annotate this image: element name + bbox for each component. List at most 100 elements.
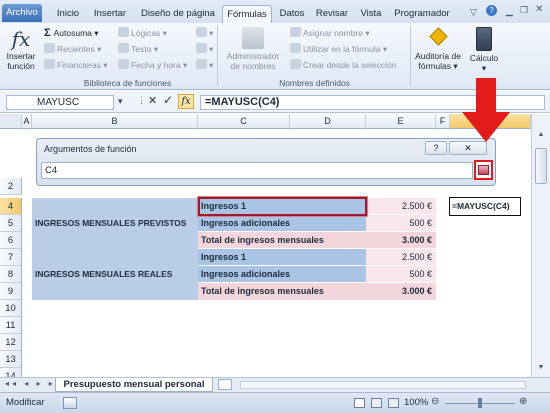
math-button[interactable]: ▾ [196,42,213,57]
autosum-button[interactable]: Σ Autosuma ▾ [44,26,99,41]
row-header[interactable]: 11 [0,317,22,334]
table-row-label[interactable]: Ingresos adicionales [198,266,366,283]
name-manager-button[interactable]: Administrador de nombres [222,27,284,71]
column-header-e[interactable]: E [366,114,436,129]
more-functions-icon [196,59,207,69]
column-header-f[interactable]: F [436,114,450,129]
column-header-b[interactable]: B [32,114,198,129]
tab-home[interactable]: Inicio [52,5,84,23]
zoom-slider-thumb[interactable] [478,398,482,408]
column-header-a[interactable]: A [22,114,32,129]
window-restore-icon[interactable]: ❐ [520,5,528,16]
table-row-value[interactable]: 3.000 € [366,283,436,300]
name-box[interactable]: MAYUSC [6,95,114,110]
define-name-button[interactable]: Asignar nombre ▾ [290,26,370,41]
insert-function-fx-button[interactable]: fx [178,94,194,109]
scroll-up-icon[interactable]: ▲ [535,131,547,144]
status-mode: Modificar [6,397,45,408]
help-icon[interactable]: ? [486,5,497,16]
tab-page-layout[interactable]: Diseño de página [137,5,219,23]
normal-view-icon[interactable] [354,398,365,408]
active-cell-g4[interactable]: =MAYUSC(C4) [449,197,521,216]
row-header[interactable]: 9 [0,283,22,300]
formula-auditing-label-1: Auditoría de [415,51,461,61]
table-row-value[interactable]: 3.000 € [366,232,436,249]
page-break-view-icon[interactable] [388,398,399,408]
table-row-value[interactable]: 2.500 € [366,198,436,215]
horizontal-scrollbar[interactable] [240,381,526,389]
use-in-formula-button[interactable]: Utilizar en la fórmula ▾ [290,42,387,57]
scroll-down-icon[interactable]: ▼ [535,364,547,377]
dialog-title: Argumentos de función [44,144,137,154]
tab-data[interactable]: Datos [276,5,308,23]
use-in-formula-icon [290,43,301,53]
group-label-library: Biblioteca de funciones [83,78,172,88]
tab-view[interactable]: Vista [355,5,387,23]
cancel-entry-button[interactable]: ✕ [148,94,157,107]
row-header[interactable]: 13 [0,351,22,368]
logical-button[interactable]: Lógicas ▾ [118,26,167,41]
window-minimize-icon[interactable]: ▁ [506,6,513,17]
macro-record-icon[interactable] [63,397,77,409]
financial-button[interactable]: Financieras ▾ [44,58,108,73]
tab-file[interactable]: Archivo [2,4,42,22]
more-functions-button[interactable]: ▾ [196,58,213,73]
table-row-label[interactable]: Total de ingresos mensuales [198,283,366,300]
calculation-label: Cálculo [469,53,499,63]
row-header[interactable]: 2 [0,178,22,195]
sheet-tab-budget[interactable]: Presupuesto mensual personal [55,378,213,392]
column-header-c[interactable]: C [198,114,290,129]
lookup-icon [196,27,207,37]
table-row-label[interactable]: Total de ingresos mensuales [198,232,366,249]
financial-icon [44,59,55,69]
sheet-tab-bar: ◂◂ ◂ ▸ ▸▸ Presupuesto mensual personal [0,377,550,392]
zoom-level[interactable]: 100% [404,397,428,408]
formula-auditing-button[interactable]: Auditoría de fórmulas ▾ [413,27,463,71]
lookup-button[interactable]: ▾ [196,26,213,41]
table-row-value[interactable]: 500 € [366,215,436,232]
row-header[interactable]: 4 [0,198,22,215]
row-header[interactable]: 6 [0,232,22,249]
zoom-out-icon[interactable]: ⊖ [431,396,439,407]
tab-review[interactable]: Revisar [313,5,351,23]
scroll-thumb[interactable] [535,148,547,184]
create-from-selection-icon [290,59,301,69]
fx-large-icon: fx [11,27,31,51]
ribbon-minimize-icon[interactable]: ▽ [470,7,477,18]
zoom-in-icon[interactable]: ⊕ [519,396,527,407]
tab-developer[interactable]: Programador [392,5,452,23]
row-header[interactable]: 12 [0,334,22,351]
vertical-scrollbar[interactable]: ▲ ▼ [531,114,550,379]
text-label: Texto [131,44,152,54]
name-box-dropdown-icon[interactable]: ▾ [118,96,123,107]
row-header[interactable]: 5 [0,215,22,232]
recent-button[interactable]: Recientes ▾ [44,42,101,57]
sigma-icon: Σ [44,27,51,39]
datetime-button[interactable]: Fecha y hora ▾ [118,58,187,73]
ribbon-tab-strip: Archivo Inicio Insertar Diseño de página… [0,0,550,23]
text-button[interactable]: Texto ▾ [118,42,158,57]
row-header[interactable]: 10 [0,300,22,317]
tab-insert[interactable]: Insertar [88,5,132,23]
table-row-label[interactable]: Ingresos 1 [198,249,366,266]
dialog-help-button[interactable]: ? [425,141,447,155]
table-row-label[interactable]: Ingresos adicionales [198,215,366,232]
insert-function-button[interactable]: fx Insertar función [4,27,38,71]
row-header[interactable]: 7 [0,249,22,266]
insert-sheet-icon[interactable] [218,379,232,390]
expand-dialog-button[interactable] [474,160,493,180]
tab-formulas[interactable]: Fórmulas [222,5,272,23]
window-close-icon[interactable]: ✕ [535,4,543,15]
column-header-d[interactable]: D [290,114,366,129]
create-from-selection-button[interactable]: Crear desde la selección [290,58,397,73]
enter-button[interactable]: ✓ [163,93,173,107]
use-in-formula-label: Utilizar en la fórmula [303,44,381,54]
table-row-value[interactable]: 500 € [366,266,436,283]
dialog-argument-input[interactable]: C4 [41,162,473,179]
calculation-button[interactable]: Cálculo ▾ [466,27,502,73]
table-row-value[interactable]: 2.500 € [366,249,436,266]
row-header[interactable]: 8 [0,266,22,283]
select-all-corner[interactable] [0,114,22,129]
page-layout-view-icon[interactable] [371,398,382,408]
selected-cell-c4[interactable] [198,197,367,216]
